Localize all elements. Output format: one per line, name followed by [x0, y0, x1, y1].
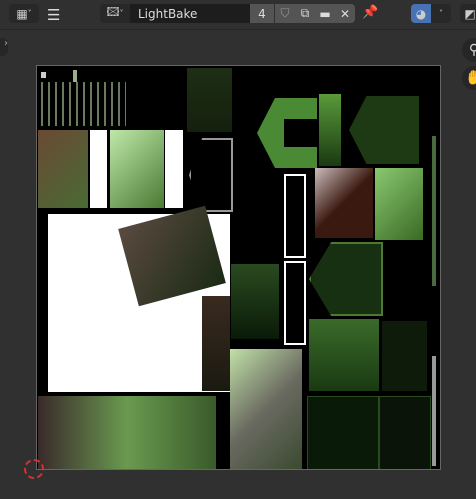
image-name-field[interactable]: LightBake — [130, 4, 250, 23]
texture-island — [284, 261, 306, 345]
texture-island — [432, 136, 436, 286]
pin-icon[interactable]: 📌 — [362, 5, 378, 20]
lightbake-image — [36, 65, 441, 470]
close-icon[interactable]: ✕ — [335, 4, 355, 23]
texture-island — [90, 130, 107, 208]
texture-island — [319, 94, 341, 166]
pan-hand-icon[interactable]: ✋ — [462, 66, 476, 90]
texture-island — [315, 168, 373, 238]
texture-island — [284, 174, 306, 258]
texture-island — [187, 68, 232, 132]
gizmo-button[interactable]: ◩ — [460, 4, 476, 23]
texture-island — [38, 130, 88, 208]
texture-island — [375, 168, 423, 240]
texture-island — [349, 96, 419, 164]
texture-island — [230, 349, 302, 469]
folder-icon[interactable]: ▬ — [315, 4, 335, 23]
users-count[interactable]: 4 — [250, 4, 274, 23]
image-icon: 🖾 — [106, 5, 120, 19]
overlay-dropdown[interactable]: ˅ — [431, 4, 451, 23]
texture-island — [41, 82, 126, 126]
texture-island — [382, 321, 427, 391]
texture-island — [307, 396, 379, 469]
texture-island — [309, 319, 379, 391]
sidebar-toggle[interactable]: › — [0, 38, 8, 56]
image-editor-icon: ▦ — [16, 6, 28, 21]
texture-island — [309, 242, 383, 316]
texture-island — [231, 264, 279, 339]
texture-island — [202, 296, 230, 391]
image-browse-button[interactable]: 🖾 ˅ — [100, 4, 130, 23]
zoom-icon[interactable]: ⚲ — [462, 38, 476, 62]
texture-island — [165, 130, 183, 208]
editor-type-button[interactable]: ▦ ˅ — [9, 4, 39, 23]
texture-island — [257, 98, 317, 168]
duplicate-icon[interactable]: ⧉ — [295, 4, 315, 23]
texture-island — [379, 396, 431, 469]
overlay-icon[interactable]: ◕ — [411, 4, 431, 23]
texture-island — [110, 130, 164, 208]
hamburger-icon[interactable]: ☰ — [47, 6, 60, 24]
2d-cursor-icon[interactable] — [24, 459, 44, 479]
texture-island — [41, 72, 46, 78]
texture-island — [189, 138, 233, 212]
texture-island — [432, 356, 436, 466]
header-bar: ▦ ˅ ☰ 🖾 ˅ LightBake 4 ⛉ ⧉ ▬ ✕ 📌 ◕ ˅ ◩ — [0, 0, 476, 30]
shield-icon[interactable]: ⛉ — [275, 4, 295, 23]
texture-island — [38, 396, 216, 469]
